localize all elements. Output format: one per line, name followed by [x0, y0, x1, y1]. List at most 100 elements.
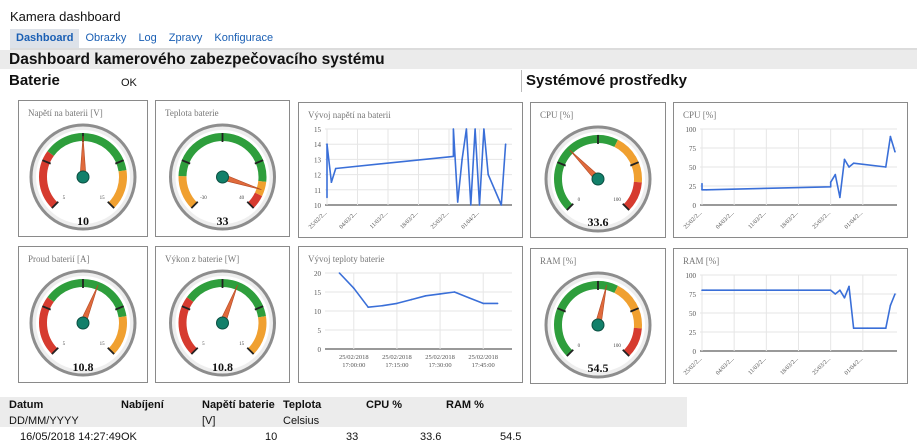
- gauge-hub: [216, 170, 229, 184]
- data-point: [326, 196, 328, 199]
- tab-zpravy[interactable]: Zpravy: [163, 29, 209, 49]
- y-tick-label: 10: [314, 202, 322, 210]
- x-tick-label: 25/02/2018: [425, 354, 455, 361]
- y-tick-label: 0: [318, 346, 322, 354]
- y-tick-label: 100: [686, 272, 697, 280]
- voltage-chart: 10 11 12 13 14 15 25/02/2... 04/03/2... 11/03/2.…: [308, 126, 512, 231]
- x-tick-label: 04/03/2...: [715, 356, 736, 377]
- y-tick-label: 11: [314, 187, 321, 195]
- gauge-max-label: 100: [613, 198, 621, 203]
- gauge-hub: [216, 316, 229, 330]
- data-point: [701, 182, 703, 185]
- data-point: [834, 173, 837, 176]
- x-tick-label: 01/04/2...: [844, 356, 865, 377]
- y-tick-label: 75: [689, 291, 697, 299]
- data-point: [424, 295, 427, 297]
- app-title: Kamera dashboard: [10, 9, 121, 24]
- data-point: [829, 185, 832, 188]
- data-point: [705, 189, 708, 191]
- gauge-max-label: 15: [100, 196, 106, 201]
- chart-panel-ram: RAM [%] 0 25 50 75 100 25/02/2... 04/03/2... 11…: [673, 248, 908, 384]
- column-header: CPU %: [366, 399, 403, 411]
- gauge-value: 33.6: [587, 215, 609, 229]
- x-tick-label: 25/02/2...: [683, 210, 704, 231]
- x-tick-label: 25/02/2018: [468, 354, 498, 361]
- chart-panel-temp: Vývoj teploty baterie 0 5 10 15 20 25/02/2018…: [298, 246, 523, 383]
- tab-log[interactable]: Log: [132, 29, 162, 49]
- gauge-panel-cpu: CPU [%] 0 100 33.6: [530, 102, 666, 238]
- x-tick-label: 25/02/2018: [339, 354, 369, 361]
- gauge-max-label: 15: [239, 342, 245, 347]
- data-point: [894, 151, 896, 153]
- x-tick-label: 25/03/2...: [430, 210, 451, 231]
- x-tick-label: 25/02/2018: [382, 354, 412, 361]
- gauge-value: 10.8: [72, 360, 94, 374]
- data-point: [461, 158, 463, 161]
- data-point: [848, 166, 850, 168]
- column-unit: Celsius: [283, 415, 320, 427]
- x-tick-label: 25/03/2...: [812, 356, 833, 377]
- y-tick-label: 100: [686, 126, 697, 134]
- ram-chart: 0 25 50 75 100 25/02/2... 04/03/2... 11/03/2...…: [683, 272, 897, 377]
- y-tick-label: 50: [689, 310, 697, 318]
- table-cell-date: 16/05/2018 14:27:49: [20, 431, 121, 443]
- data-point: [487, 173, 490, 176]
- y-tick-label: 25: [689, 329, 697, 337]
- data-point: [701, 189, 703, 191]
- data-point: [439, 293, 441, 295]
- y-tick-label: 75: [689, 145, 697, 153]
- data-point: [453, 291, 456, 293]
- column-header: Napětí baterie: [202, 399, 275, 411]
- x-tick-label: 11/03/2...: [369, 210, 390, 231]
- gauge-panel-temp: Teplota baterie -30 40 33: [155, 100, 290, 237]
- data-point: [482, 302, 485, 305]
- x-tick-label: 01/04/2...: [461, 210, 482, 231]
- data-point: [381, 304, 384, 307]
- data-point: [852, 162, 855, 164]
- x-tick-label: 18/03/2...: [400, 210, 421, 231]
- y-tick-label: 20: [314, 270, 322, 278]
- y-tick-label: 5: [318, 327, 322, 335]
- data-point: [483, 128, 485, 130]
- data-point: [889, 304, 892, 307]
- column-header: Teplota: [283, 399, 322, 411]
- system-section-title: Systémové prostředky: [526, 72, 687, 89]
- table-cell-charging: OK: [121, 431, 137, 443]
- gauge-panel-voltage: Napětí na baterii [V] 5 15 10: [18, 100, 148, 237]
- x-tick-label: 18/03/2...: [780, 356, 801, 377]
- y-tick-label: 13: [314, 156, 322, 164]
- data-point: [334, 167, 337, 170]
- data-point: [701, 289, 703, 291]
- data-point: [839, 289, 841, 291]
- gauge-max-label: 100: [613, 344, 621, 349]
- data-point: [338, 272, 341, 274]
- data-point: [834, 293, 837, 295]
- x-tick-label: 11/03/2...: [748, 356, 769, 377]
- series-line: [326, 128, 507, 206]
- column-unit: [V]: [202, 415, 216, 427]
- data-point: [456, 201, 459, 203]
- gauge-hub: [76, 170, 90, 184]
- tab-dashboard[interactable]: Dashboard: [10, 29, 80, 49]
- battery-status: OK: [121, 77, 137, 89]
- x-tick-label: 17:30:00: [429, 362, 452, 369]
- data-point: [885, 166, 887, 168]
- data-point: [410, 298, 413, 301]
- table-cell-cpu: 33.6: [420, 431, 442, 443]
- data-point: [352, 287, 355, 289]
- section-divider: [521, 70, 522, 92]
- column-header: RAM %: [446, 399, 484, 411]
- series-line: [338, 272, 498, 309]
- data-point: [705, 289, 708, 291]
- tab-obrazky[interactable]: Obrazky: [79, 29, 132, 49]
- table-cell-voltage: 10: [265, 431, 278, 443]
- x-tick-label: 04/03/2...: [715, 210, 736, 231]
- x-tick-label: 04/03/2...: [339, 210, 360, 231]
- data-point: [889, 135, 892, 138]
- data-point: [478, 204, 481, 206]
- y-tick-label: 12: [314, 172, 322, 180]
- tab-konfigurace[interactable]: Konfigurace: [208, 29, 279, 49]
- data-point: [367, 306, 369, 308]
- data-point: [829, 181, 832, 183]
- data-point: [330, 181, 333, 183]
